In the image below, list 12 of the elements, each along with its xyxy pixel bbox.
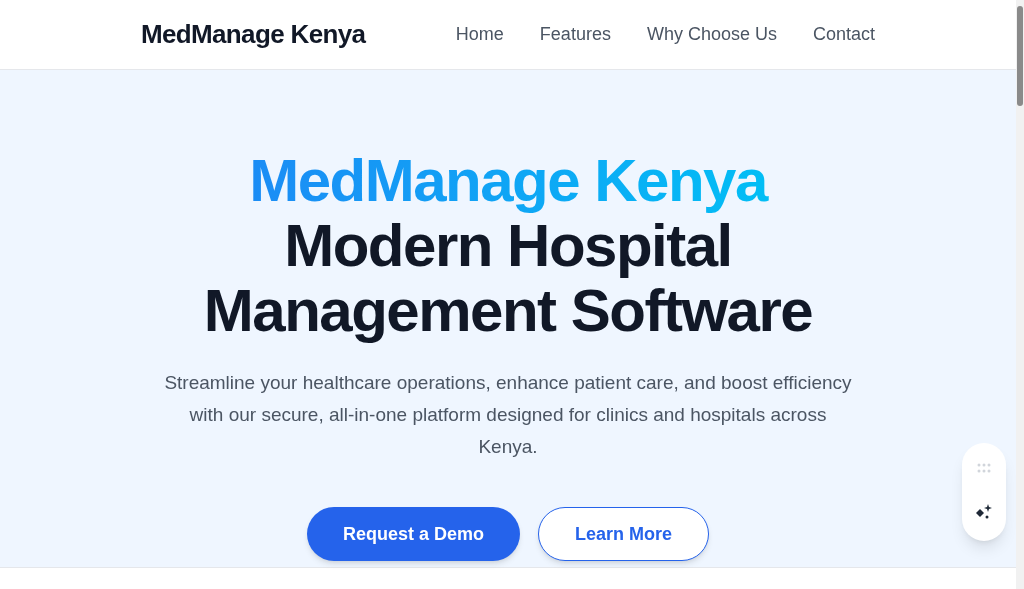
hero-title: Management Software: [203, 278, 813, 343]
nav-link[interactable]: Home: [455, 21, 504, 48]
nav-link[interactable]: Features: [539, 21, 611, 48]
nav-link[interactable]: Why Choose Us: [646, 21, 777, 48]
demo-button[interactable]: Request a Demo: [306, 507, 520, 561]
learn-more-button[interactable]: Learn More: [538, 507, 710, 561]
hero-subtitle: Streamline your healthcare operations, enhance patient care, and boost efficiency with our secure, all-in-one platform designed for clinics and hospitals across Kenya.: [163, 371, 853, 459]
nav-link[interactable]: Contact: [812, 21, 875, 48]
hero-title: Modern Hospital: [284, 213, 732, 278]
brand-logo[interactable]: MedManage Kenya: [141, 15, 366, 54]
scrollbar[interactable]: [1016, 0, 1024, 589]
sparkle-icon[interactable]: [975, 503, 993, 521]
